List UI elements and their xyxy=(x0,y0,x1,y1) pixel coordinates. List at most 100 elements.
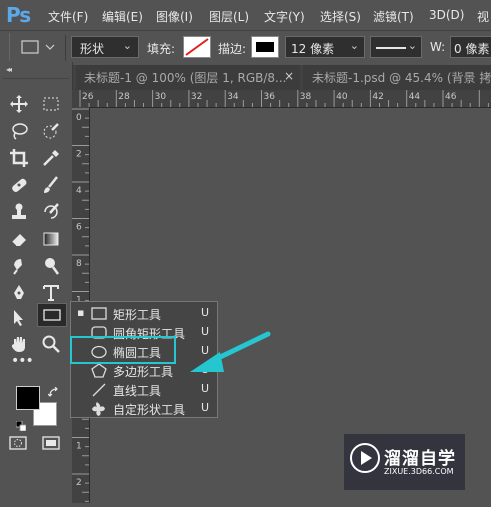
rectangle-icon xyxy=(91,307,107,320)
close-icon[interactable]: × xyxy=(284,69,294,83)
document-tabs: 未标题-1 @ 100% (图层 1, RGB/8... × 未标题-1.psd… xyxy=(0,65,491,90)
tab-document-2[interactable]: 未标题-1.psd @ 45.4% (背景 拷贝 xyxy=(303,65,491,90)
ruler-label: 26 xyxy=(82,92,94,102)
width-value: 0 像素 xyxy=(454,42,490,56)
history-brush-tool[interactable] xyxy=(38,199,64,225)
brush-icon xyxy=(44,176,58,193)
fill-swatch[interactable] xyxy=(183,36,211,58)
rectangular-marquee-icon xyxy=(43,97,59,111)
tool-preset-picker[interactable] xyxy=(19,37,59,57)
ruler-label: 34 xyxy=(227,92,239,102)
custom-shape-icon xyxy=(92,402,105,416)
quick-selection-tool[interactable] xyxy=(38,118,64,144)
width-field[interactable]: 0 像素 xyxy=(450,36,491,58)
quick-mask-button[interactable] xyxy=(6,433,30,453)
tab-document-1[interactable]: 未标题-1 @ 100% (图层 1, RGB/8... × xyxy=(76,65,300,90)
eraser-tool[interactable] xyxy=(6,226,32,252)
menu-edit[interactable]: 编辑(E) xyxy=(102,8,143,25)
flyout-item-custom-shape[interactable]: 自定形状工具 U xyxy=(71,399,217,418)
ruler-label: 38 xyxy=(300,92,312,102)
ellipse-highlight-box xyxy=(70,336,176,364)
ruler-label: 46 xyxy=(445,92,457,102)
brush-tool[interactable] xyxy=(38,172,64,198)
more-tools-icon[interactable]: ••• xyxy=(11,353,34,369)
ruler-horizontal: 26 28 30 32 34 36 38 40 42 44 46 xyxy=(72,90,491,108)
photoshop-logo: Ps xyxy=(6,3,31,27)
chevron-down-icon: ⌄ xyxy=(407,39,417,52)
mode-select[interactable]: 形状 ⌄ xyxy=(71,36,139,58)
type-icon xyxy=(43,285,59,301)
foreground-color-swatch[interactable] xyxy=(16,386,40,410)
ruler-label: 2 xyxy=(76,478,82,488)
screen-mode-button[interactable] xyxy=(39,433,63,453)
fill-label: 填充: xyxy=(147,42,176,56)
menu-file[interactable]: 文件(F) xyxy=(48,8,88,25)
lasso-icon xyxy=(12,123,28,140)
quick-mask-icon xyxy=(9,436,27,450)
path-selection-icon xyxy=(14,310,23,326)
move-icon xyxy=(10,95,28,113)
eyedropper-icon xyxy=(43,150,59,166)
menu-filter[interactable]: 滤镜(T) xyxy=(373,8,414,25)
menu-image[interactable]: 图像(I) xyxy=(156,8,193,25)
mode-value: 形状 xyxy=(80,42,105,56)
pen-tool[interactable] xyxy=(6,280,32,306)
gradient-tool[interactable] xyxy=(38,226,64,252)
path-selection-tool[interactable] xyxy=(6,305,32,331)
play-logo-icon xyxy=(350,443,380,473)
ruler-label: 36 xyxy=(264,92,276,102)
shape-tool[interactable] xyxy=(37,303,67,327)
marquee-tool[interactable] xyxy=(38,91,64,117)
menu-view[interactable]: 视 xyxy=(477,8,489,25)
watermark-title: 溜溜自学 xyxy=(384,449,456,469)
default-colors-icon[interactable] xyxy=(15,416,27,432)
bandage-icon xyxy=(12,178,27,192)
menu-layer[interactable]: 图层(L) xyxy=(209,8,249,25)
flyout-item-rectangle[interactable]: ▪ 矩形工具 U xyxy=(71,304,217,323)
collapse-panel-icon[interactable]: ◂◂ xyxy=(6,65,12,74)
stroke-size-field[interactable]: 12 像素 ⌄ xyxy=(285,36,365,58)
crop-icon xyxy=(10,149,28,167)
tab-title: 未标题-1 @ 100% (图层 1, RGB/8... xyxy=(84,71,287,85)
ruler-horizontal-ticks: 26 28 30 32 34 36 38 40 42 44 46 xyxy=(79,90,489,107)
options-bar: 形状 ⌄ 填充: 描边: 12 像素 ⌄ ⌄ W: 0 像素 xyxy=(0,30,491,66)
dodge-tool[interactable] xyxy=(38,253,64,279)
blur-tool[interactable] xyxy=(6,253,32,279)
clone-stamp-tool[interactable] xyxy=(6,199,32,225)
ruler-label: 42 xyxy=(372,92,383,102)
move-tool[interactable] xyxy=(6,91,32,117)
ruler-label: 4 xyxy=(76,186,82,196)
crop-tool[interactable] xyxy=(6,145,32,171)
annotation-arrow-icon xyxy=(190,331,271,372)
ruler-label: 44 xyxy=(409,92,421,102)
swap-colors-icon[interactable] xyxy=(47,384,60,397)
flyout-item-label: 矩形工具 xyxy=(113,308,162,322)
zoom-tool[interactable] xyxy=(38,331,64,357)
no-fill-icon xyxy=(185,38,209,56)
stroke-swatch[interactable] xyxy=(251,36,279,58)
divider xyxy=(65,35,66,61)
smudge-icon xyxy=(13,259,22,275)
divider xyxy=(3,78,69,79)
ruler-label: 6 xyxy=(76,223,82,233)
screen-mode-icon xyxy=(42,436,60,450)
menu-select[interactable]: 选择(S) xyxy=(320,8,361,25)
flyout-item-shortcut: U xyxy=(201,306,210,319)
history-brush-icon xyxy=(44,203,59,219)
ruler-label: 40 xyxy=(336,92,348,102)
flyout-item-label: 直线工具 xyxy=(113,384,162,398)
quick-selection-icon xyxy=(43,123,59,139)
dodge-icon xyxy=(45,258,60,275)
stroke-type-select[interactable]: ⌄ xyxy=(370,36,422,58)
menu-type[interactable]: 文字(Y) xyxy=(264,8,305,25)
menu-3d[interactable]: 3D(D) xyxy=(429,8,464,22)
ruler-label: 30 xyxy=(155,92,167,102)
ruler-label: 2 xyxy=(76,150,82,160)
ruler-label: 1 xyxy=(76,442,82,452)
healing-brush-tool[interactable] xyxy=(6,172,32,198)
hand-icon xyxy=(12,337,25,352)
magnifier-icon xyxy=(42,335,60,353)
flyout-item-label: 多边形工具 xyxy=(113,365,174,379)
lasso-tool[interactable] xyxy=(6,118,32,144)
eyedropper-tool[interactable] xyxy=(38,145,64,171)
